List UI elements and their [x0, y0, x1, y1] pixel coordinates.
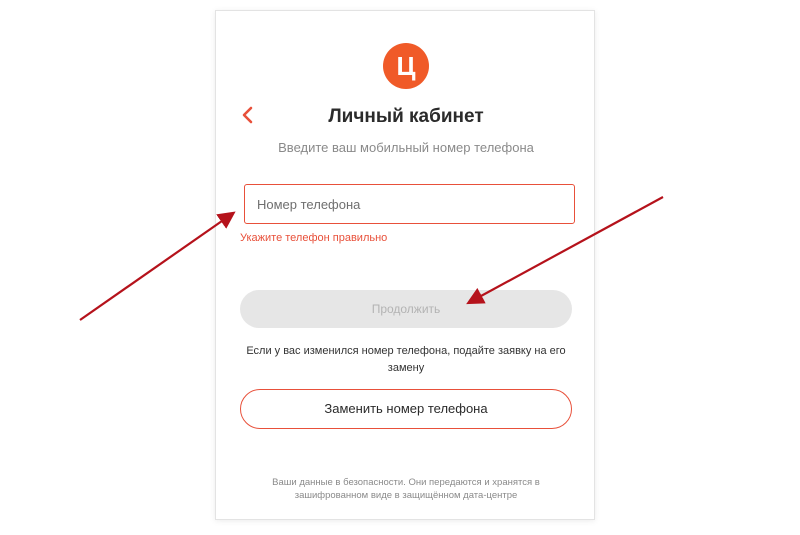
brand-logo: Ц: [383, 43, 429, 89]
phone-error-message: Укажите телефон правильно: [240, 232, 388, 244]
change-number-info: Если у вас изменился номер телефона, под…: [246, 345, 566, 374]
security-note: Ваши данные в безопасности. Они передают…: [272, 477, 540, 501]
page: Ц Личный кабинет Введите ваш мобильный н…: [0, 0, 800, 535]
annotation-arrow-to-input: [79, 211, 236, 321]
page-title: Личный кабинет: [328, 106, 484, 127]
continue-button[interactable]: Продолжить: [240, 290, 572, 328]
page-subtitle: Введите ваш мобильный номер телефона: [278, 140, 534, 155]
login-card: Ц Личный кабинет Введите ваш мобильный н…: [215, 10, 595, 520]
phone-input[interactable]: [244, 184, 575, 224]
change-number-button[interactable]: Заменить номер телефона: [240, 389, 572, 429]
